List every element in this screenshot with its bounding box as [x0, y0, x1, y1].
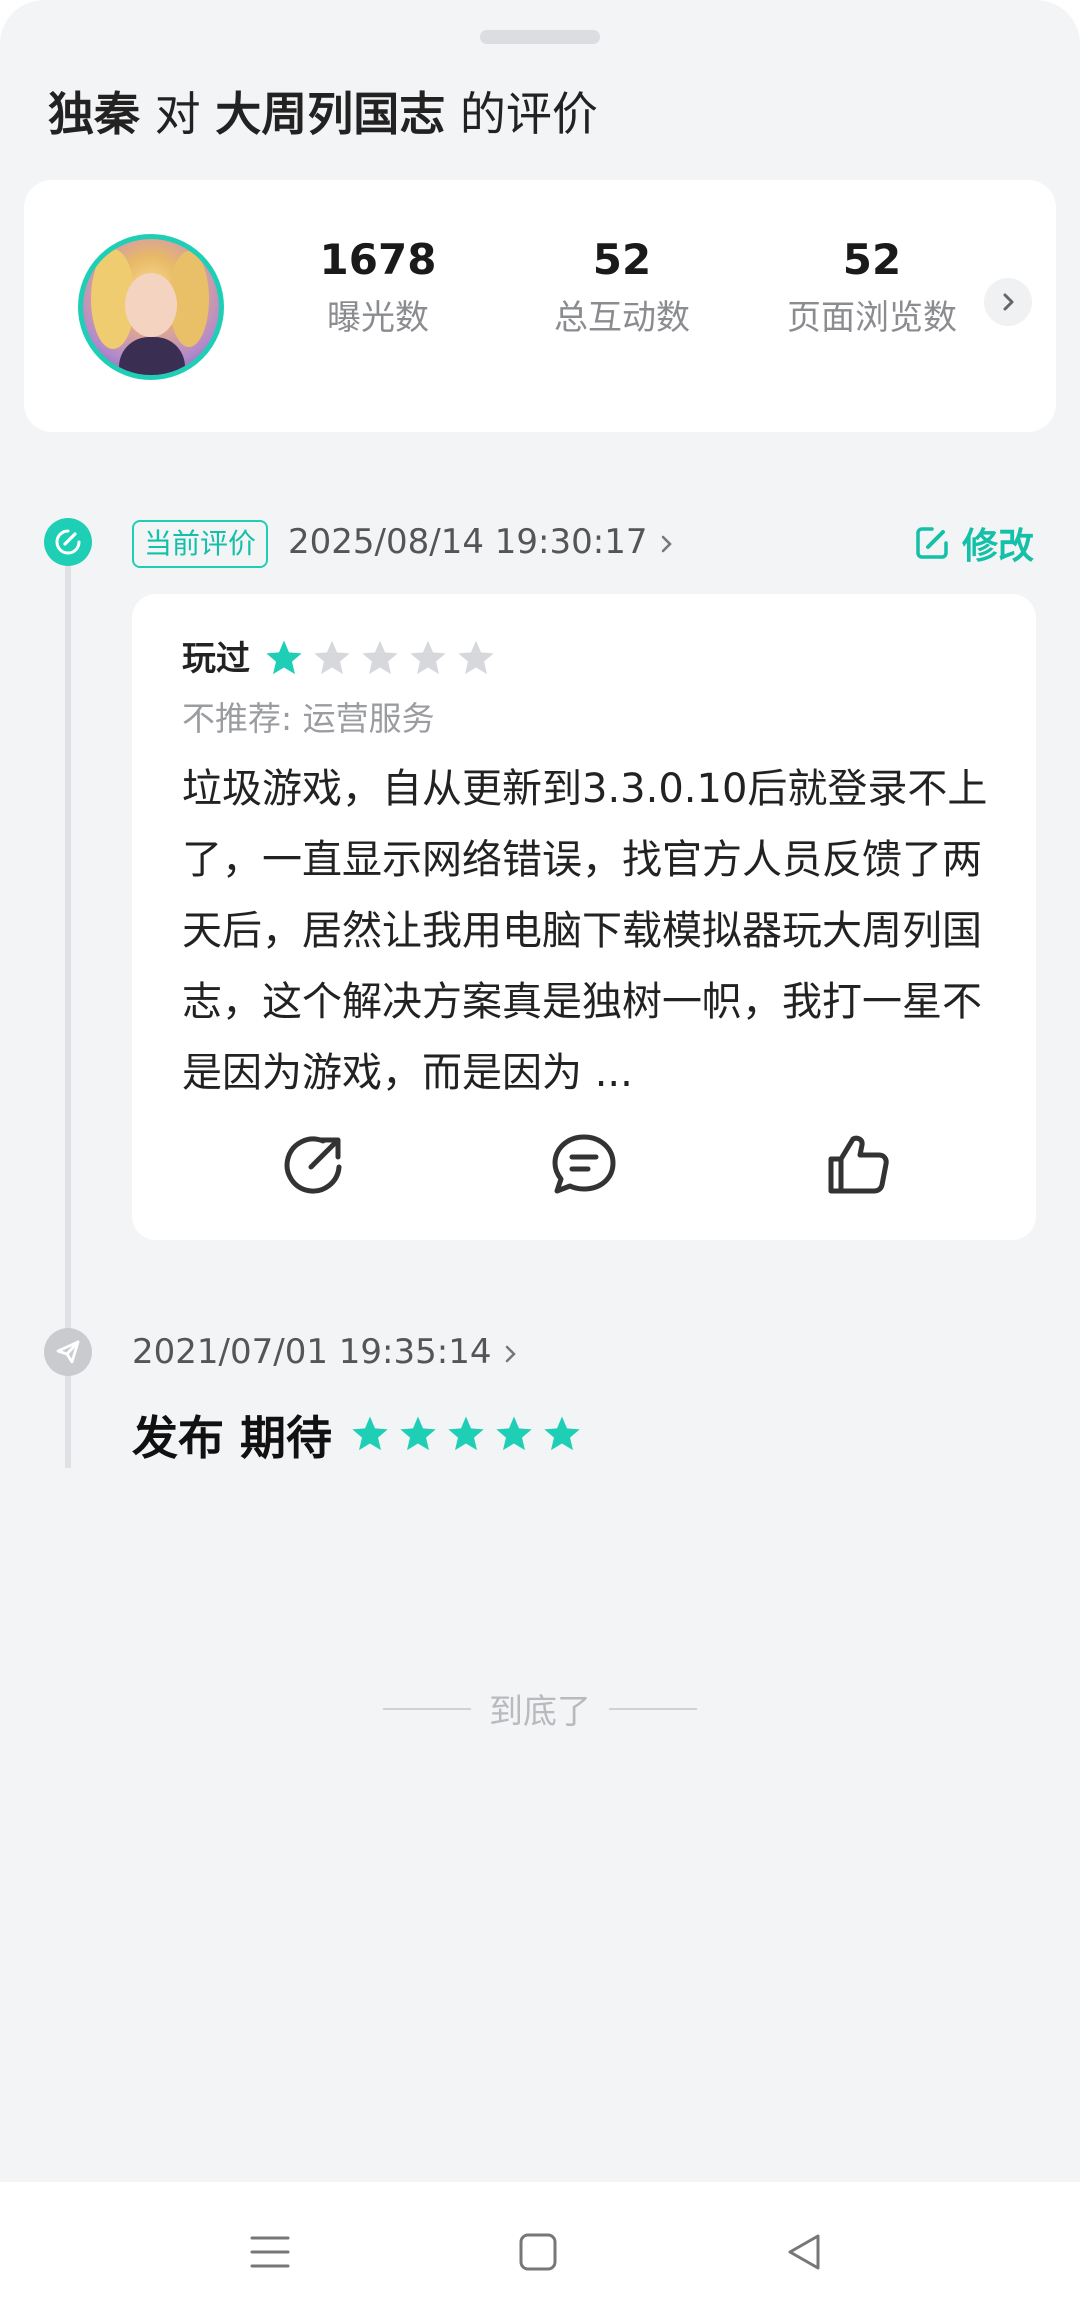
earlier-review-time-link[interactable]: 2021/07/01 19:35:14 [132, 1328, 520, 1376]
stat-page-views: 52 页面浏览数 [762, 232, 982, 342]
chevron-right-icon [662, 535, 673, 552]
star-filled-icon [496, 1416, 532, 1451]
review-time: 2025/08/14 19:30:17 [288, 522, 648, 562]
chevron-right-icon [506, 1345, 517, 1362]
star-filled-icon [266, 640, 302, 675]
title-connector: 对 [154, 87, 201, 141]
edit-label: 修改 [962, 526, 1035, 567]
stat-value: 1678 [319, 235, 437, 284]
edit-review-button[interactable]: 修改 [912, 518, 1034, 568]
send-icon [44, 1328, 92, 1376]
share-icon[interactable] [274, 1124, 354, 1204]
game-name: 大周列国志 [215, 87, 446, 141]
system-nav-bar [0, 2182, 1080, 2313]
rating-stars [350, 1414, 582, 1454]
star-filled-icon [544, 1416, 580, 1451]
title-suffix: 的评价 [459, 87, 598, 141]
stat-label: 曝光数 [327, 298, 429, 338]
review-card[interactable]: 玩过 不推荐: 运营服务 垃圾游戏，自从更新到3.3.0.10后就登录不上了，一… [132, 594, 1036, 1240]
not-recommend-reason: 不推荐: 运营服务 [182, 699, 435, 738]
chevron-right-icon[interactable] [984, 278, 1032, 326]
home-icon[interactable] [508, 2222, 568, 2282]
earlier-review-label: 发布 期待 [132, 1411, 333, 1465]
stats-card[interactable]: 1678 曝光数 52 总互动数 52 页面浏览数 [24, 180, 1056, 432]
end-of-list: 到底了 [0, 1684, 1080, 1733]
like-icon[interactable] [818, 1124, 898, 1204]
menu-icon[interactable] [240, 2222, 300, 2282]
star-filled-icon [448, 1416, 484, 1451]
stat-label: 页面浏览数 [787, 298, 957, 338]
end-of-list-text: 到底了 [489, 1692, 591, 1732]
stat-value: 52 [592, 235, 652, 284]
review-content[interactable]: 垃圾游戏，自从更新到3.3.0.10后就登录不上了，一直显示网络错误，找官方人员… [182, 754, 1002, 1109]
play-status: 玩过 [182, 639, 250, 679]
earlier-review-time: 2021/07/01 19:35:14 [132, 1332, 492, 1372]
divider [383, 1707, 471, 1710]
sheet-drag-handle[interactable] [480, 30, 600, 44]
star-empty-icon [458, 640, 494, 675]
edit-circle-icon [44, 518, 92, 566]
review-time-link[interactable]: 2025/08/14 19:30:17 [288, 518, 676, 566]
star-empty-icon [362, 640, 398, 675]
star-empty-icon [314, 640, 350, 675]
page-title: 独秦 对 大周列国志 的评价 [48, 84, 598, 144]
back-icon[interactable] [774, 2222, 834, 2282]
edit-icon [916, 527, 948, 559]
avatar[interactable] [78, 234, 224, 380]
star-empty-icon [410, 640, 446, 675]
reviewer-name: 独秦 [48, 87, 140, 141]
star-filled-icon [400, 1416, 436, 1451]
comment-icon[interactable] [544, 1124, 624, 1204]
current-review-tag: 当前评价 [132, 520, 269, 568]
rating-stars [264, 638, 496, 678]
review-history-sheet: 独秦 对 大周列国志 的评价 1678 曝光数 52 总互动数 52 页面浏览数 [0, 0, 1080, 2182]
stat-exposure: 1678 曝光数 [278, 232, 478, 342]
star-filled-icon [352, 1416, 388, 1451]
stat-label: 总互动数 [554, 298, 690, 338]
stat-value: 52 [842, 235, 902, 284]
divider [609, 1707, 697, 1710]
stat-interactions: 52 总互动数 [522, 232, 722, 342]
